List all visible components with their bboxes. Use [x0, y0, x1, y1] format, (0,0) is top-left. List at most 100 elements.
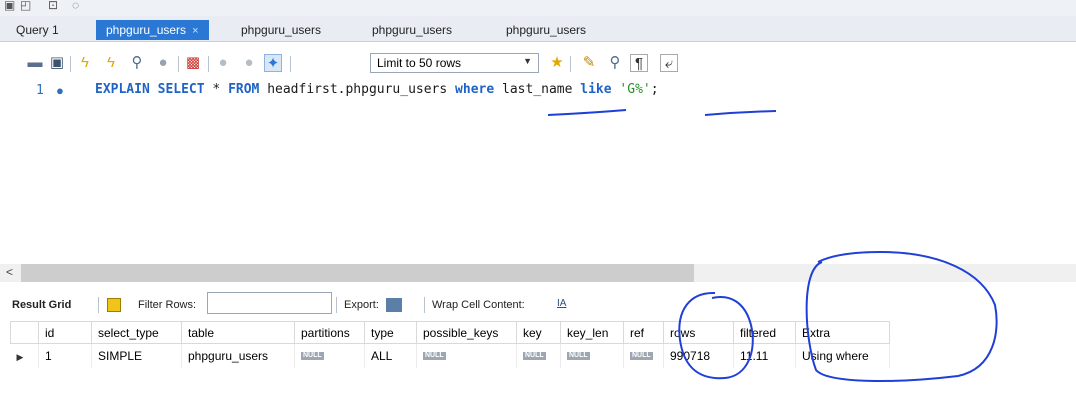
toolbar-divider	[570, 56, 571, 72]
export-label[interactable]: Export:	[344, 299, 379, 311]
cell-table[interactable]: phpguru_users	[181, 343, 295, 368]
row-header-cell	[10, 321, 39, 344]
sql-text: *	[204, 82, 229, 97]
tab-label: phpguru_users	[506, 23, 587, 37]
cell-partitions[interactable]: NULL	[294, 343, 365, 368]
filter-rows-label: Filter Rows:	[138, 299, 197, 311]
autocommit-icon[interactable]: ✦	[264, 54, 282, 72]
new-query-icon[interactable]: ▣	[4, 0, 15, 11]
editor-horizontal-scrollbar[interactable]: <	[0, 264, 1076, 282]
filter-rows-input[interactable]	[207, 292, 332, 314]
sql-editor[interactable]: 1 ● EXPLAIN SELECT * FROM headfirst.phpg…	[0, 78, 1076, 264]
column-header[interactable]: ref	[623, 321, 664, 344]
export-icon[interactable]	[386, 298, 402, 312]
tab-phpguru-users-active[interactable]: phpguru_users ×	[96, 20, 209, 40]
sql-text: last_name	[494, 82, 581, 97]
save-icon[interactable]: ▣	[48, 54, 66, 72]
open-sql-icon[interactable]: ◰	[20, 0, 31, 11]
column-header[interactable]: type	[364, 321, 417, 344]
toggle-output-icon[interactable]: ▩	[184, 54, 202, 72]
column-header[interactable]: possible_keys	[416, 321, 517, 344]
tab-phpguru-users-2[interactable]: phpguru_users	[231, 20, 331, 40]
result-grid-label[interactable]: Result Grid	[12, 299, 71, 311]
column-header[interactable]: key_len	[560, 321, 624, 344]
sql-string: 'G%'	[619, 82, 651, 97]
cell-ref[interactable]: NULL	[623, 343, 664, 368]
sql-keyword: like	[580, 82, 612, 97]
scrollbar-thumb[interactable]	[21, 264, 694, 282]
toolbar-divider	[208, 56, 209, 72]
sql-keyword: where	[455, 82, 495, 97]
reconnect-icon[interactable]: ◌	[72, 0, 79, 11]
row-pointer: ▶	[16, 351, 24, 362]
cell-select-type[interactable]: SIMPLE	[91, 343, 182, 368]
null-badge: NULL	[423, 351, 446, 360]
result-toolbar-divider	[336, 297, 337, 313]
column-header[interactable]: id	[38, 321, 92, 344]
result-grid: id select_type table partitions type pos…	[10, 321, 890, 368]
wrap-toggle-icon[interactable]: IA	[557, 298, 566, 309]
result-toolbar: Result Grid Filter Rows: Export: Wrap Ce…	[0, 290, 1076, 320]
cell-id[interactable]: 1	[38, 343, 92, 368]
explain-icon[interactable]: ⚲	[128, 54, 146, 72]
open-folder-icon[interactable]: ▬	[26, 54, 44, 72]
column-header[interactable]: partitions	[294, 321, 365, 344]
rollback-icon[interactable]: ●	[240, 54, 258, 72]
chevron-down-icon: ▼	[523, 56, 532, 66]
grid-view-icon[interactable]	[107, 298, 121, 312]
result-toolbar-divider	[424, 297, 425, 313]
column-header[interactable]: rows	[663, 321, 734, 344]
commit-icon[interactable]: ●	[214, 54, 232, 72]
workbench-window: ▣ ◰ ⊡ ◌ Query 1 phpguru_users × phpguru_u…	[0, 0, 1076, 410]
sql-statement[interactable]: EXPLAIN SELECT * FROM headfirst.phpguru_…	[95, 82, 659, 97]
tab-label: Query 1	[16, 23, 59, 37]
statement-marker-icon: ●	[56, 83, 64, 98]
tab-label: phpguru_users	[106, 23, 187, 37]
column-header[interactable]: select_type	[91, 321, 182, 344]
row-marker-icon[interactable]: ▶	[10, 343, 39, 368]
cell-key[interactable]: NULL	[516, 343, 561, 368]
wrap-icon[interactable]: ⤶	[660, 54, 678, 72]
limit-rows-select[interactable]: Limit to 50 rows ▼	[370, 53, 539, 73]
tab-label: phpguru_users	[241, 23, 322, 37]
sql-keyword: FROM	[228, 82, 260, 97]
tab-query-1[interactable]: Query 1	[6, 20, 69, 40]
invisible-chars-icon[interactable]: ¶	[630, 54, 648, 72]
inspect-icon[interactable]: ⊡	[48, 0, 58, 11]
main-toolbar-strip: ▣ ◰ ⊡ ◌	[0, 0, 1076, 16]
null-badge: NULL	[301, 351, 324, 360]
null-badge: NULL	[523, 351, 546, 360]
line-number: 1	[36, 83, 44, 98]
table-row[interactable]: ▶ 1 SIMPLE phpguru_users NULL ALL NULL N…	[10, 343, 890, 368]
column-header[interactable]: key	[516, 321, 561, 344]
column-header[interactable]: filtered	[733, 321, 796, 344]
result-toolbar-divider	[98, 297, 99, 313]
column-header[interactable]: Extra	[795, 321, 890, 344]
tab-phpguru-users-4[interactable]: phpguru_users	[496, 20, 596, 40]
query-tab-bar: Query 1 phpguru_users × phpguru_users php…	[0, 16, 1076, 42]
cell-type[interactable]: ALL	[364, 343, 417, 368]
cell-filtered[interactable]: 11.11	[733, 343, 796, 368]
tab-phpguru-users-3[interactable]: phpguru_users	[362, 20, 462, 40]
cell-rows[interactable]: 990718	[663, 343, 734, 368]
find-icon[interactable]: ⚲	[606, 54, 624, 72]
sql-keyword: EXPLAIN SELECT	[95, 82, 205, 97]
cell-key-len[interactable]: NULL	[560, 343, 624, 368]
toolbar-divider	[290, 56, 291, 72]
wrap-content-label: Wrap Cell Content:	[432, 299, 525, 311]
column-header[interactable]: table	[181, 321, 295, 344]
toolbar-divider	[178, 56, 179, 72]
beautify-icon[interactable]: ✎	[580, 54, 598, 72]
sql-text: headfirst.phpguru_users	[259, 82, 456, 97]
favorite-icon[interactable]: ★	[548, 54, 566, 72]
cell-possible-keys[interactable]: NULL	[416, 343, 517, 368]
null-badge: NULL	[567, 351, 590, 360]
tab-label: phpguru_users	[372, 23, 453, 37]
scroll-left-icon[interactable]: <	[6, 265, 13, 279]
execute-icon[interactable]: ϟ	[76, 54, 94, 72]
stop-icon[interactable]: ●	[154, 54, 172, 72]
execute-current-icon[interactable]: ϟ	[102, 54, 120, 72]
close-tab-icon[interactable]: ×	[192, 25, 198, 37]
cell-extra[interactable]: Using where	[795, 343, 890, 368]
grid-header-row: id select_type table partitions type pos…	[10, 321, 890, 344]
